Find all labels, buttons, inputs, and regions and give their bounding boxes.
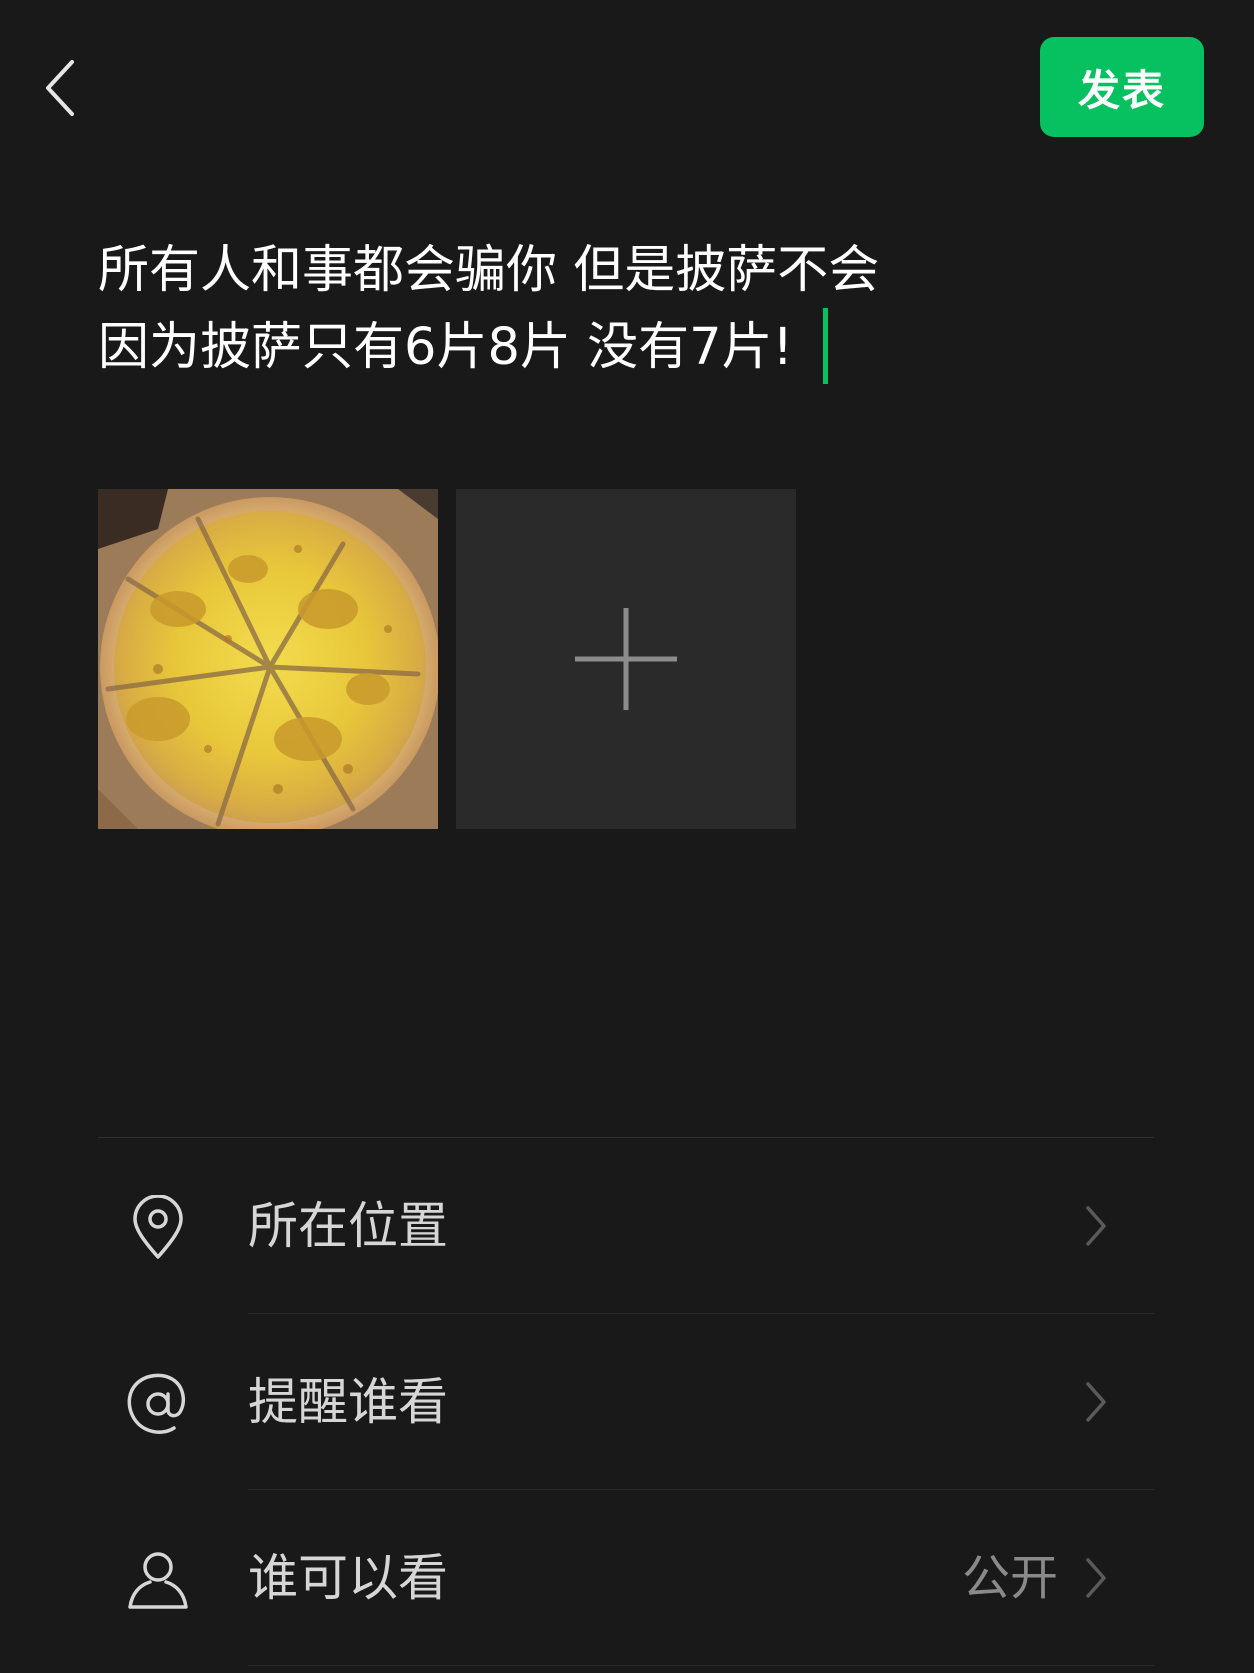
chevron-right-icon	[1086, 1382, 1106, 1422]
post-text-line-2: 因为披萨只有6片8片 没有7片!	[98, 308, 1158, 388]
person-icon	[126, 1548, 190, 1612]
post-options-list: 所在位置 提醒谁看 谁可以看 公开	[98, 1137, 1154, 1666]
chevron-left-icon	[46, 60, 74, 116]
photo-grid	[98, 489, 796, 829]
chevron-right-icon	[1086, 1558, 1106, 1598]
plus-icon	[575, 608, 677, 710]
pizza-photo	[98, 489, 438, 829]
top-bar: 发表	[0, 0, 1254, 170]
photo-thumbnail[interactable]	[98, 489, 438, 829]
chevron-right-icon	[1086, 1206, 1106, 1246]
visibility-value: 公开	[961, 1550, 1058, 1606]
at-sign-icon	[126, 1372, 190, 1436]
post-text-line-2-content: 因为披萨只有6片8片 没有7片!	[98, 318, 794, 377]
location-pin-icon	[126, 1195, 190, 1260]
publish-button[interactable]: 发表	[1040, 37, 1204, 137]
option-location[interactable]: 所在位置	[98, 1138, 1154, 1314]
post-text-input[interactable]: 所有人和事都会骗你 但是披萨不会 因为披萨只有6片8片 没有7片!	[98, 232, 1158, 388]
divider	[248, 1665, 1154, 1666]
option-mention[interactable]: 提醒谁看	[98, 1314, 1154, 1490]
post-text-line-1: 所有人和事都会骗你 但是披萨不会	[98, 241, 880, 300]
text-cursor	[823, 308, 829, 384]
option-label: 所在位置	[248, 1197, 448, 1255]
add-photo-button[interactable]	[456, 489, 796, 829]
back-button[interactable]	[30, 48, 90, 128]
option-visibility[interactable]: 谁可以看 公开	[98, 1490, 1154, 1666]
option-label: 谁可以看	[248, 1549, 448, 1607]
option-label: 提醒谁看	[248, 1373, 448, 1431]
